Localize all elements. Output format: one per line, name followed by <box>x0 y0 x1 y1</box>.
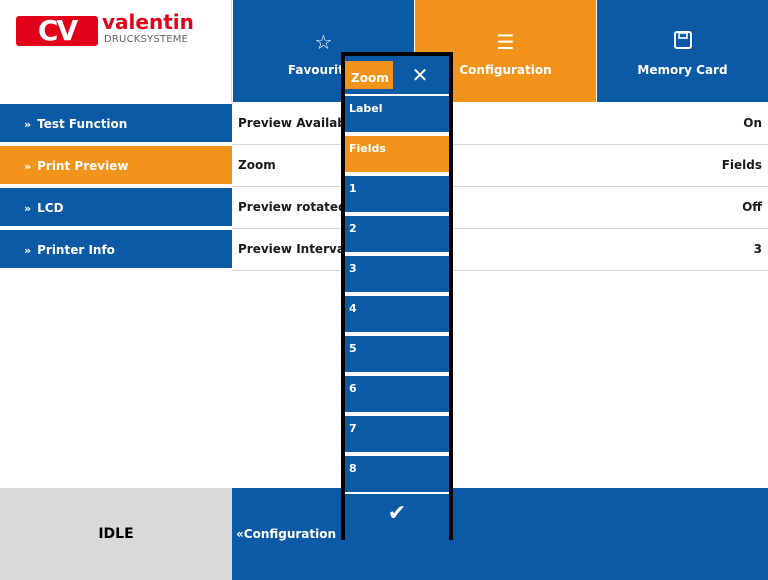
status-idle: IDLE <box>0 488 232 580</box>
sidebar-item-lcd[interactable]: » LCD <box>0 188 232 228</box>
double-chevron-left-icon: « <box>236 527 244 541</box>
sidebar-item-label: Test Function <box>37 117 128 131</box>
logo: CV valentin DRUCKSYSTEME <box>0 0 232 102</box>
tab-memory-card[interactable]: Memory Card <box>596 0 768 102</box>
zoom-popup: Zoom ✕ Label Fields 1 2 3 4 5 6 7 8 ✔ <box>341 52 453 540</box>
logo-word: valentin <box>102 10 194 34</box>
zoom-option[interactable]: 1 <box>345 176 449 214</box>
zoom-option[interactable]: 5 <box>345 336 449 374</box>
double-chevron-right-icon: » <box>24 118 32 131</box>
list-icon: ☰ <box>496 30 515 54</box>
tab-label: Memory Card <box>637 63 728 77</box>
logo-subtitle: DRUCKSYSTEME <box>104 34 189 45</box>
setting-row-zoom[interactable]: Zoom Fields <box>232 146 768 187</box>
double-chevron-right-icon: » <box>24 160 32 173</box>
star-icon: ☆ <box>314 30 333 54</box>
back-button[interactable]: «Configuration <box>236 522 336 546</box>
popup-title: Zoom <box>345 61 393 89</box>
zoom-option[interactable]: 8 <box>345 456 449 494</box>
sidebar-item-test-function[interactable]: » Test Function <box>0 104 232 144</box>
setting-value: Fields <box>721 158 762 172</box>
setting-row-preview-interval[interactable]: Preview Interval 3 <box>232 230 768 271</box>
setting-row-preview-rotated[interactable]: Preview rotated Off <box>232 188 768 229</box>
sidebar-item-printer-info[interactable]: » Printer Info <box>0 230 232 270</box>
zoom-option[interactable]: 6 <box>345 376 449 414</box>
popup-header: Zoom ✕ <box>345 56 449 94</box>
setting-value: On <box>743 116 762 130</box>
save-icon <box>597 30 768 55</box>
setting-key: Zoom <box>238 158 276 172</box>
zoom-option[interactable]: 4 <box>345 296 449 334</box>
close-icon[interactable]: ✕ <box>405 60 435 90</box>
zoom-option[interactable]: 2 <box>345 216 449 254</box>
zoom-option-selected[interactable]: Fields <box>345 136 449 174</box>
setting-key: Preview Interval <box>238 242 350 256</box>
zoom-option[interactable]: 7 <box>345 416 449 454</box>
double-chevron-right-icon: » <box>24 202 32 215</box>
setting-key: Preview rotated <box>238 200 347 214</box>
sidebar-item-label: Printer Info <box>37 243 115 257</box>
logo-mark: CV <box>16 16 98 46</box>
back-button-label: Configuration <box>243 527 337 541</box>
confirm-button[interactable]: ✔ <box>345 494 449 540</box>
zoom-option[interactable]: 3 <box>345 256 449 294</box>
zoom-option[interactable]: Label <box>345 96 449 134</box>
sidebar-item-print-preview[interactable]: » Print Preview <box>0 146 232 186</box>
setting-row-preview-available[interactable]: Preview Available On <box>232 104 768 145</box>
setting-value: Off <box>742 200 762 214</box>
sidebar-item-label: Print Preview <box>37 159 129 173</box>
double-chevron-right-icon: » <box>24 244 32 257</box>
checkmark-icon: ✔ <box>387 501 407 526</box>
setting-value: 3 <box>753 242 762 256</box>
sidebar-item-label: LCD <box>37 201 64 215</box>
